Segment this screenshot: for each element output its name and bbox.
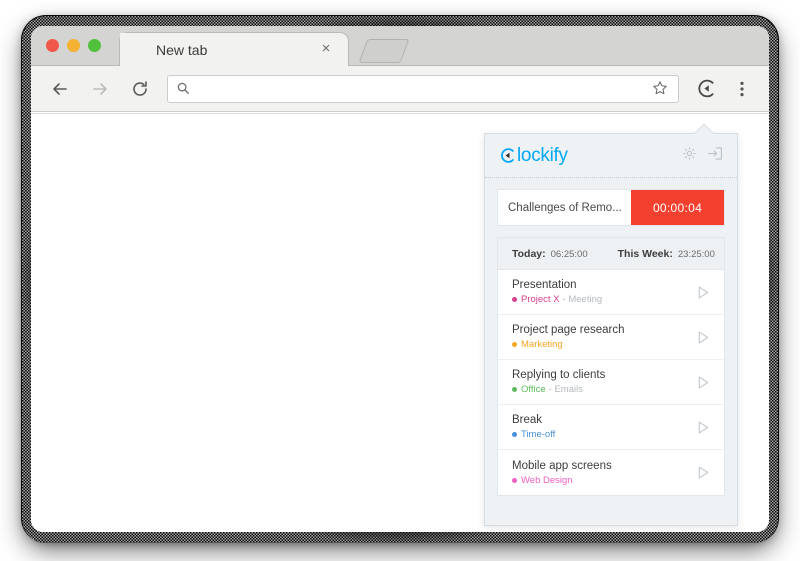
forward-arrow-icon[interactable] (83, 72, 117, 106)
project-color-dot (512, 387, 517, 392)
maximize-window-button[interactable] (88, 39, 101, 52)
time-entry-row[interactable]: Project page research Marketing (498, 315, 724, 360)
tab-title: New tab (156, 42, 208, 58)
total-week-value: 23:25:00 (677, 248, 715, 260)
total-week: This Week: 23:25:00 (618, 248, 715, 260)
timer-description[interactable]: Challenges of Remo... (498, 190, 631, 225)
tab-strip: New tab × (31, 26, 769, 66)
clockify-logo: lockify (499, 145, 568, 167)
screenshot-root: New tab × lockify Challenges of Remo... … (0, 0, 800, 561)
time-entry-title: Project page research (512, 324, 625, 336)
play-icon[interactable] (690, 369, 716, 395)
timer-stop-button[interactable]: 00:00:04 (631, 190, 724, 225)
active-timer-card: Challenges of Remo... 00:00:04 (497, 189, 725, 226)
project-color-dot (512, 477, 517, 483)
time-entry-meta: Marketing (512, 339, 690, 350)
task-name: - Emails (548, 384, 583, 395)
back-arrow-icon[interactable] (43, 72, 77, 106)
total-week-label: This Week: (617, 247, 673, 260)
time-entry-meta: Web Design (512, 475, 690, 486)
browser-window: New tab × lockify Challenges of Remo... … (31, 26, 769, 532)
reload-icon[interactable] (123, 72, 157, 106)
time-entry-row[interactable]: Break Time-off (498, 405, 724, 450)
time-entry-title: Mobile app screens (512, 459, 612, 472)
address-bar[interactable] (167, 74, 679, 103)
time-entry-title: Break (512, 414, 543, 426)
time-entry-row[interactable]: Replying to clients Office - Emails (498, 360, 724, 405)
total-today-value: 06:25:00 (550, 248, 588, 260)
popup-pointer-arrow (694, 124, 714, 134)
time-entry-info: Break Time-off (512, 414, 690, 440)
project-color-dot (512, 297, 517, 302)
search-icon (176, 81, 192, 97)
time-entries-card: Today: 06:25:00 This Week: 23:25:00 Pres… (497, 237, 725, 496)
totals-bar: Today: 06:25:00 This Week: 23:25:00 (498, 238, 724, 270)
time-entry-list: Presentation Project X- Meeting Project pa… (498, 270, 724, 495)
project-color-dot (512, 432, 517, 437)
window-traffic-lights (46, 39, 101, 52)
logout-icon[interactable] (707, 146, 723, 166)
project-name: Web Design (521, 474, 573, 486)
time-entry-title: Presentation (512, 279, 577, 291)
popup-header: lockify (485, 134, 737, 178)
page-viewport: lockify Challenges of Remo... 00:00:04 T… (31, 113, 769, 532)
play-icon[interactable] (690, 279, 716, 305)
browser-tab[interactable]: New tab × (119, 32, 349, 66)
play-icon[interactable] (690, 460, 716, 486)
project-name: Marketing (521, 339, 563, 350)
project-name: Office (521, 384, 546, 395)
tab-close-icon[interactable]: × (318, 40, 334, 57)
total-today-label: Today: (512, 247, 546, 260)
popup-header-actions (682, 146, 723, 166)
new-tab-button[interactable] (358, 39, 410, 63)
clockify-extension-popup: lockify Challenges of Remo... 00:00:04 T… (484, 133, 738, 526)
project-color-dot (512, 342, 517, 347)
time-entry-info: Project page research Marketing (512, 324, 690, 350)
clockify-extension-icon[interactable] (689, 72, 723, 106)
time-entry-row[interactable]: Mobile app screens Web Design (498, 450, 724, 495)
star-icon[interactable] (652, 80, 670, 98)
time-entry-info: Presentation Project X- Meeting (512, 279, 690, 305)
time-entry-info: Replying to clients Office - Emails (512, 369, 690, 395)
play-icon[interactable] (690, 414, 716, 440)
browser-toolbar (31, 66, 769, 112)
time-entry-meta: Office - Emails (512, 384, 690, 395)
play-icon[interactable] (690, 324, 716, 350)
clockify-logo-mark (499, 147, 516, 164)
clockify-logo-text: lockify (517, 144, 568, 166)
minimize-window-button[interactable] (67, 39, 80, 52)
total-today: Today: 06:25:00 (512, 248, 588, 260)
project-name: Project X (521, 294, 560, 305)
three-dot-menu-icon[interactable] (725, 72, 759, 106)
time-entry-row[interactable]: Presentation Project X- Meeting (498, 270, 724, 315)
time-entry-meta: Time-off (512, 429, 690, 440)
task-name: - Meeting (562, 294, 603, 305)
close-window-button[interactable] (46, 39, 59, 52)
time-entry-info: Mobile app screens Web Design (512, 460, 690, 486)
project-name: Time-off (521, 429, 556, 440)
gear-icon[interactable] (682, 146, 697, 166)
time-entry-meta: Project X- Meeting (512, 294, 690, 305)
time-entry-title: Replying to clients (512, 369, 606, 381)
